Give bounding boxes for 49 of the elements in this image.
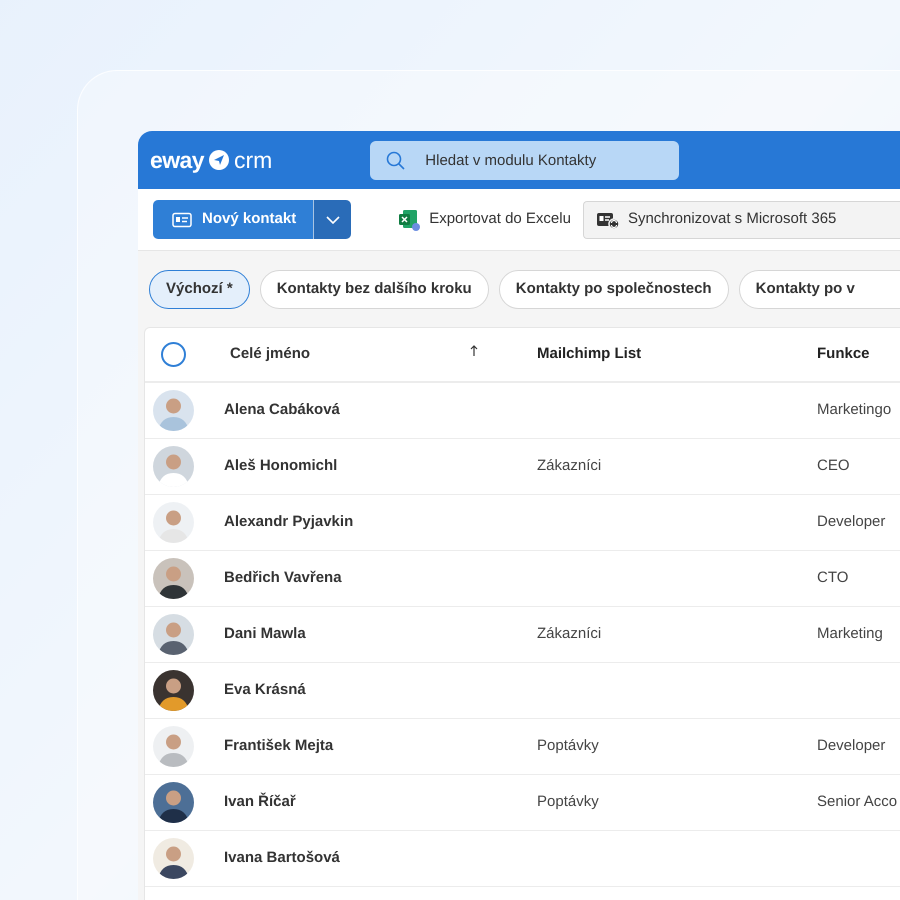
table-cell-text: František Mejta xyxy=(224,736,334,756)
logo-text: eway xyxy=(150,146,204,175)
logo-icon xyxy=(208,149,230,171)
view-tab[interactable]: Kontakty po v xyxy=(738,270,900,308)
column-header[interactable]: Funkce xyxy=(817,343,870,366)
table-cell-text: Poptávky xyxy=(537,736,600,756)
avatar xyxy=(153,726,194,767)
table-cell-text: Developer xyxy=(817,736,886,756)
table-cell-text: Marketing xyxy=(817,624,883,644)
table-cell-text: CEO xyxy=(817,456,850,476)
view-tab[interactable]: Kontakty po společnostech xyxy=(498,270,729,308)
table-cell-text: Zákazníci xyxy=(537,456,602,476)
avatar xyxy=(153,446,194,487)
spreadsheet-icon xyxy=(397,208,422,232)
table-cell-text: Zákazníci xyxy=(537,624,602,644)
search-field[interactable]: Hledat v modulu Kontakty xyxy=(370,140,680,180)
select-all-checkbox[interactable] xyxy=(161,342,186,367)
table-cell-text: Marketingo xyxy=(817,400,892,420)
view-tab[interactable]: Výchozí * xyxy=(149,270,250,308)
logo-text: crm xyxy=(234,146,272,175)
table-cell-text: Eva Krásná xyxy=(224,680,307,700)
table-cell-text: Developer xyxy=(817,512,886,532)
avatar xyxy=(153,390,194,431)
avatar xyxy=(153,670,194,711)
dropdown-button[interactable] xyxy=(313,200,352,239)
table-cell-text: Aleš Honomichl xyxy=(224,456,338,476)
table-cell-text: Poptávky xyxy=(537,792,600,812)
caret-icon xyxy=(326,216,340,224)
new-contact-button[interactable]: Nový kontakt xyxy=(153,200,314,239)
table-cell-text: Senior Acco xyxy=(817,792,898,812)
view-tab[interactable]: Kontakty bez dalšího kroku xyxy=(260,270,489,308)
table-cell-text: Ivana Bartošová xyxy=(224,848,341,868)
table-cell-text: Bedřich Vavřena xyxy=(224,568,343,588)
table-cell-text: CTO xyxy=(817,568,848,588)
export-button[interactable]: Exportovat do Excelu xyxy=(397,208,571,232)
table-cell-text: Dani Mawla xyxy=(224,624,307,644)
search-icon xyxy=(386,150,406,170)
avatar xyxy=(153,838,194,879)
table-cell-text: Ivan Říčař xyxy=(224,792,297,812)
column-header[interactable]: Celé jméno xyxy=(230,343,470,366)
avatar xyxy=(153,502,194,543)
contact-card-icon xyxy=(172,212,192,228)
sync-button[interactable]: Synchronizovat s Microsoft 365 xyxy=(582,200,900,238)
table-cell-text: Alexandr Pyjavkin xyxy=(224,512,354,532)
avatar xyxy=(153,782,194,823)
table-cell-text: Alena Cabáková xyxy=(224,400,341,420)
avatar xyxy=(153,614,194,655)
column-header[interactable]: Mailchimp List xyxy=(537,343,817,366)
avatar xyxy=(153,558,194,599)
